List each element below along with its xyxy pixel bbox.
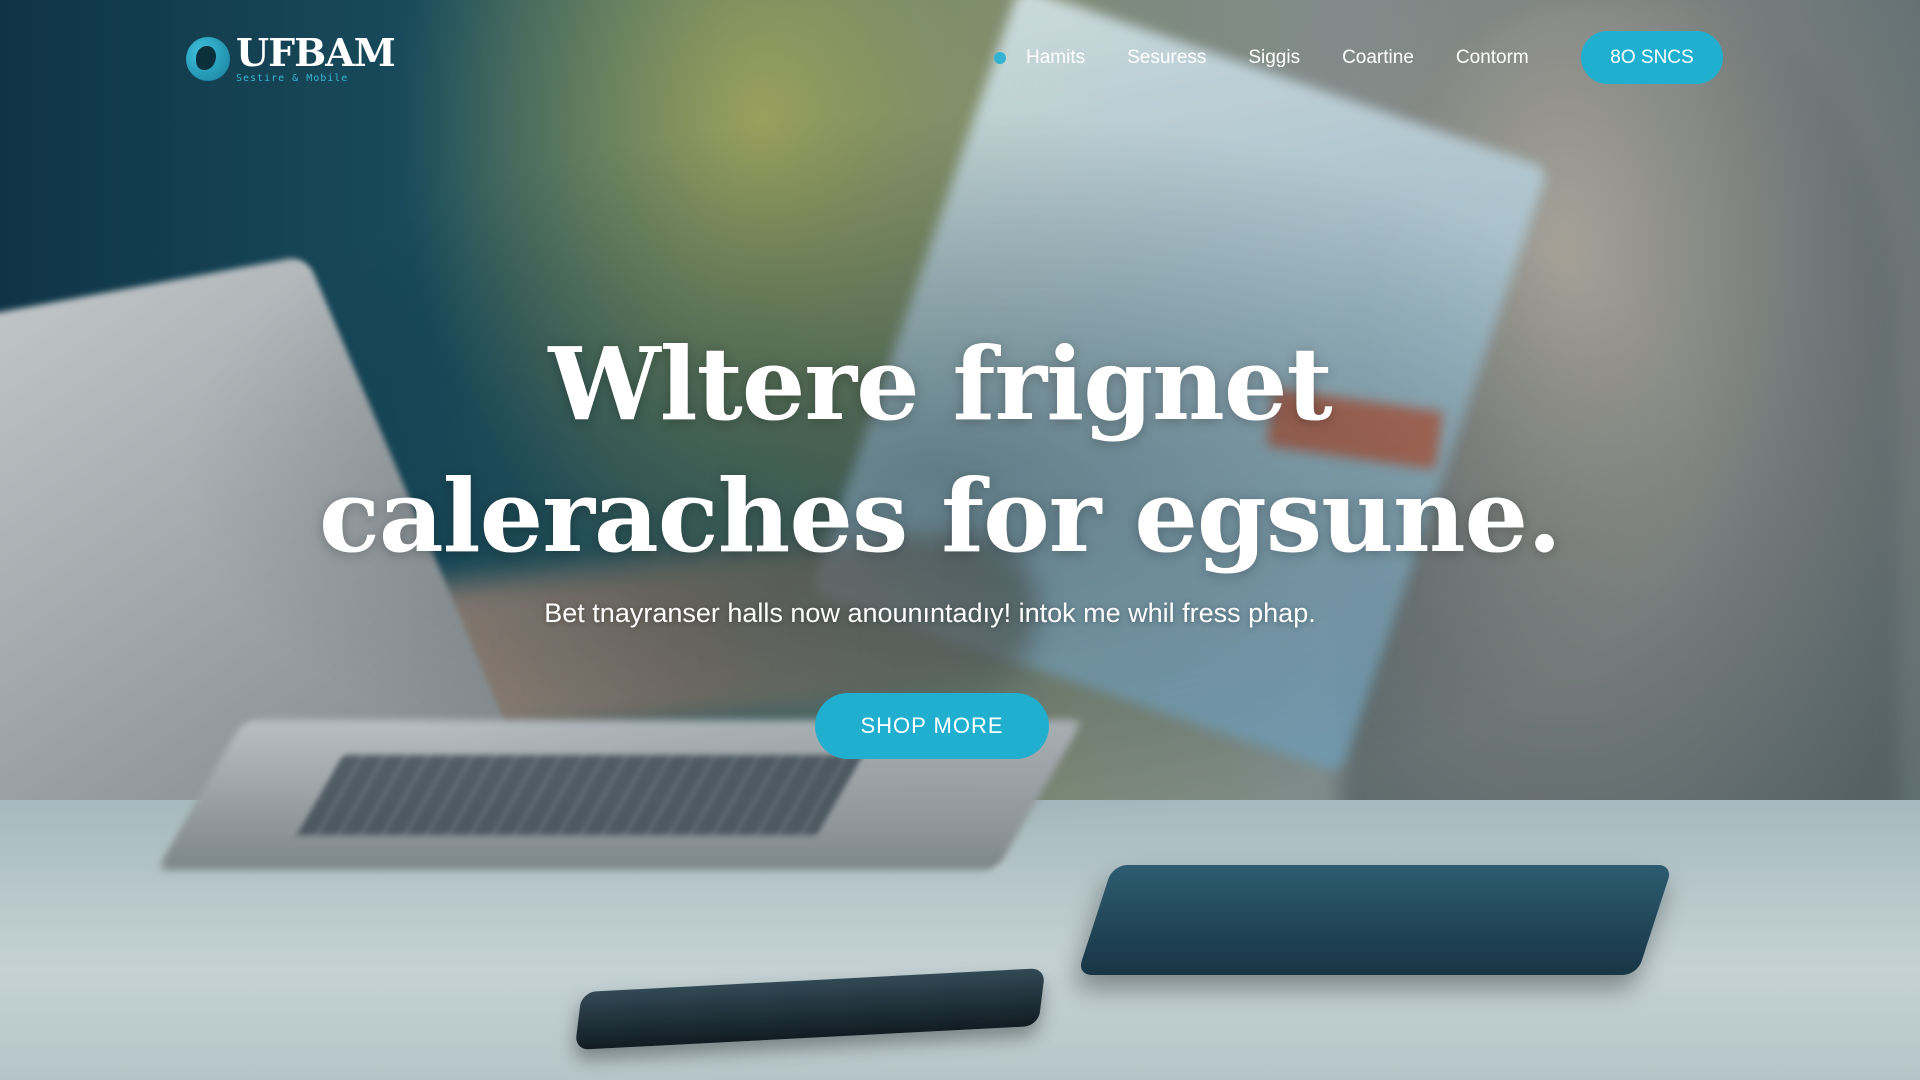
globe-icon bbox=[186, 37, 230, 81]
hero-title-line-2: caleraches for egsune. bbox=[318, 457, 1562, 575]
brand-logo[interactable]: UFBAM Sestire & Mobile bbox=[186, 30, 396, 86]
nav-item-coartine[interactable]: Coartine bbox=[1342, 47, 1414, 69]
nav-item-siggis[interactable]: Siggis bbox=[1248, 47, 1300, 69]
hero-title: Wltere frignet caleraches for egsune. bbox=[300, 318, 1580, 582]
header-cta-button[interactable]: 8O SNCS bbox=[1581, 31, 1723, 84]
nav-item-sesuress[interactable]: Sesuress bbox=[1127, 47, 1206, 69]
main-nav: Hamits Sesuress Siggis Coartine Contorm bbox=[994, 38, 1529, 78]
hero-subtitle: Bet tnayranser halls now anounıntadıy! i… bbox=[544, 598, 1316, 628]
nav-dot-icon bbox=[994, 52, 1006, 64]
nav-item-contorm[interactable]: Contorm bbox=[1456, 47, 1529, 69]
hero-title-line-1: Wltere frignet bbox=[548, 325, 1332, 443]
brand-name: UFBAM bbox=[236, 30, 396, 75]
shop-more-button[interactable]: SHOP MORE bbox=[815, 693, 1049, 759]
nav-item-hamits[interactable]: Hamits bbox=[1026, 47, 1085, 69]
brand-text: UFBAM Sestire & Mobile bbox=[236, 30, 396, 84]
brand-tagline: Sestire & Mobile bbox=[236, 73, 349, 84]
